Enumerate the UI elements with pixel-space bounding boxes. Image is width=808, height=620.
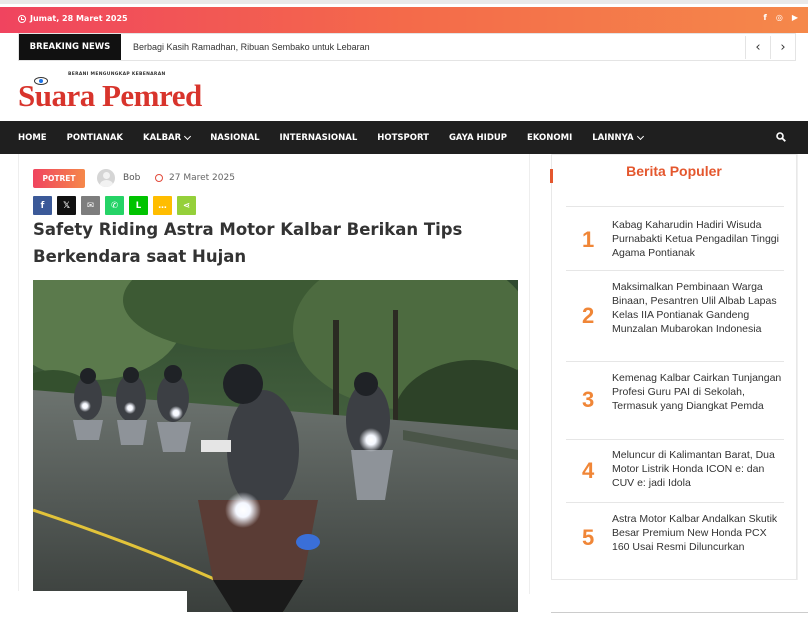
chevron-right-icon[interactable]: › bbox=[770, 36, 795, 59]
search-icon[interactable] bbox=[776, 132, 786, 142]
popular-news-widget: Berita Populer 1 Kabag Kaharudin Hadiri … bbox=[550, 154, 797, 580]
popular-item[interactable]: 5 Astra Motor Kalbar Andalkan Skutik Bes… bbox=[566, 502, 784, 578]
bottom-divider bbox=[551, 612, 808, 613]
popular-headline[interactable]: Maksimalkan Pembinaan Warga Binaan, Pesa… bbox=[612, 280, 782, 336]
facebook-share-icon[interactable]: f bbox=[33, 196, 52, 215]
popular-rank: 5 bbox=[582, 525, 595, 550]
popular-item[interactable]: 2 Maksimalkan Pembinaan Warga Binaan, Pe… bbox=[566, 270, 784, 361]
line-share-icon[interactable]: L bbox=[129, 196, 148, 215]
publish-date: 27 Maret 2025 bbox=[155, 173, 235, 183]
article-title: Safety Riding Astra Motor Kalbar Berikan… bbox=[33, 220, 463, 266]
popular-item[interactable]: 4 Meluncur di Kalimantan Barat, Dua Moto… bbox=[566, 439, 784, 502]
popular-rank: 2 bbox=[582, 303, 595, 328]
breaking-news-controls: ‹ › bbox=[745, 36, 795, 59]
main-navigation: HOME PONTIANAK KALBAR NASIONAL INTERNASI… bbox=[0, 121, 808, 154]
category-badge[interactable]: POTRET bbox=[33, 169, 85, 188]
article: POTRET Bob 27 Maret 2025 f 𝕏 ✉ ✆ L … ⋖ S… bbox=[18, 154, 530, 612]
popular-headline[interactable]: Astra Motor Kalbar Andalkan Skutik Besar… bbox=[612, 512, 782, 554]
widget-title: Berita Populer bbox=[626, 163, 722, 179]
popular-headline[interactable]: Kemenag Kalbar Cairkan Tunjangan Profesi… bbox=[612, 371, 782, 413]
whatsapp-share-icon[interactable]: ✆ bbox=[105, 196, 124, 215]
breaking-news-label: BREAKING NEWS bbox=[19, 34, 121, 60]
article-photo bbox=[33, 280, 518, 612]
youtube-icon[interactable]: ▶ bbox=[792, 13, 798, 22]
author-name[interactable]: Bob bbox=[123, 173, 140, 183]
popular-headline[interactable]: Meluncur di Kalimantan Barat, Dua Motor … bbox=[612, 448, 782, 490]
chevron-down-icon bbox=[636, 132, 644, 140]
social-links: f ◎ ▶ bbox=[763, 13, 798, 22]
publish-date-text: 27 Maret 2025 bbox=[169, 173, 235, 183]
nav-item-pontianak[interactable]: PONTIANAK bbox=[67, 133, 123, 143]
instagram-icon[interactable]: ◎ bbox=[776, 13, 783, 22]
clock-icon bbox=[155, 174, 163, 182]
popular-rank: 1 bbox=[582, 227, 595, 252]
bottom-left-panel bbox=[0, 591, 187, 620]
facebook-icon[interactable]: f bbox=[763, 13, 766, 22]
share-buttons: f 𝕏 ✉ ✆ L … ⋖ bbox=[33, 196, 196, 215]
popular-rank: 4 bbox=[582, 458, 595, 483]
share-icon[interactable]: ⋖ bbox=[177, 196, 196, 215]
author-avatar bbox=[97, 169, 115, 187]
nav-item-hotsport[interactable]: HOTSPORT bbox=[377, 133, 429, 143]
top-bar: Jumat, 28 Maret 2025 f ◎ ▶ bbox=[0, 7, 808, 33]
popular-rank: 3 bbox=[582, 387, 595, 412]
breaking-news-headline[interactable]: Berbagi Kasih Ramadhan, Ribuan Sembako u… bbox=[133, 42, 370, 52]
nav-item-gaya-hidup[interactable]: GAYA HIDUP bbox=[449, 133, 507, 143]
nav-item-ekonomi[interactable]: EKONOMI bbox=[527, 133, 572, 143]
sms-share-icon[interactable]: … bbox=[153, 196, 172, 215]
current-date-text: Jumat, 28 Maret 2025 bbox=[30, 14, 128, 23]
chevron-down-icon bbox=[184, 132, 192, 140]
popular-headline[interactable]: Kabag Kaharudin Hadiri Wisuda Purnabakti… bbox=[612, 218, 782, 260]
top-border bbox=[0, 0, 808, 4]
nav-item-kalbar[interactable]: KALBAR bbox=[143, 132, 192, 143]
chevron-left-icon[interactable]: ‹ bbox=[745, 36, 770, 59]
nav-item-nasional[interactable]: NASIONAL bbox=[210, 133, 259, 143]
popular-item[interactable]: 1 Kabag Kaharudin Hadiri Wisuda Purnabak… bbox=[566, 206, 784, 270]
clock-icon bbox=[18, 14, 26, 23]
nav-item-home[interactable]: HOME bbox=[18, 133, 47, 143]
eye-icon bbox=[34, 77, 48, 85]
sidebar-right-border bbox=[797, 154, 798, 580]
nav-item-lainnya[interactable]: LAINNYA bbox=[592, 132, 644, 143]
popular-item[interactable]: 3 Kemenag Kalbar Cairkan Tunjangan Profe… bbox=[566, 361, 784, 439]
x-share-icon[interactable]: 𝕏 bbox=[57, 196, 76, 215]
email-share-icon[interactable]: ✉ bbox=[81, 196, 100, 215]
current-date: Jumat, 28 Maret 2025 bbox=[18, 14, 128, 23]
nav-item-internasional[interactable]: INTERNASIONAL bbox=[280, 133, 358, 143]
breaking-news-bar: BREAKING NEWS Berbagi Kasih Ramadhan, Ri… bbox=[18, 33, 796, 61]
logo-tagline: BERANI MENGUNGKAP KEBENARAN bbox=[68, 72, 166, 77]
